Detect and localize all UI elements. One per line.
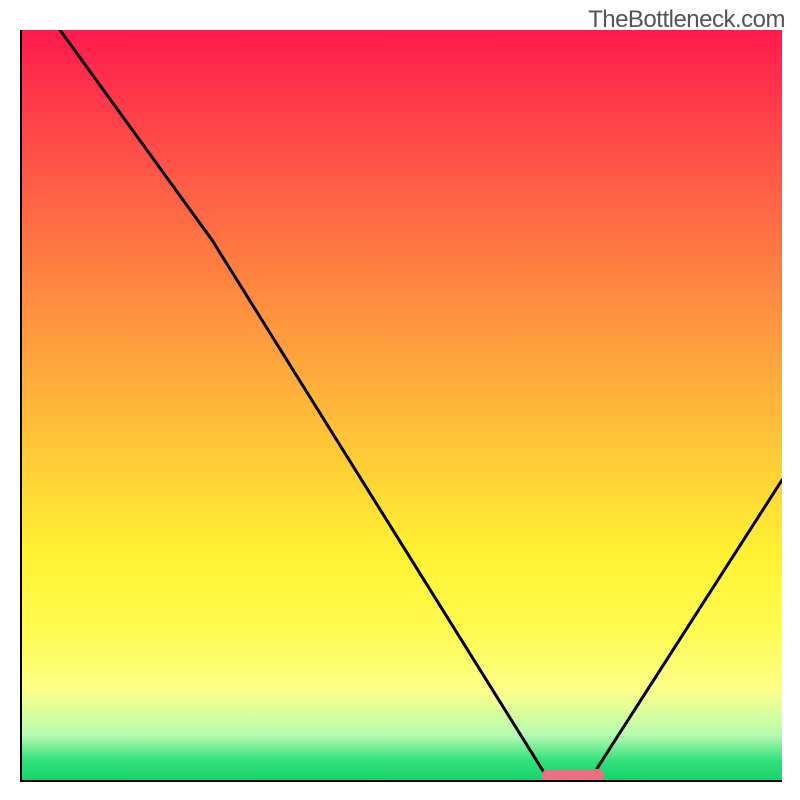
optimal-range-marker [542, 769, 603, 782]
plot-area [20, 30, 782, 782]
bottleneck-curve [22, 30, 782, 780]
chart-container: TheBottleneck.com [0, 0, 800, 800]
